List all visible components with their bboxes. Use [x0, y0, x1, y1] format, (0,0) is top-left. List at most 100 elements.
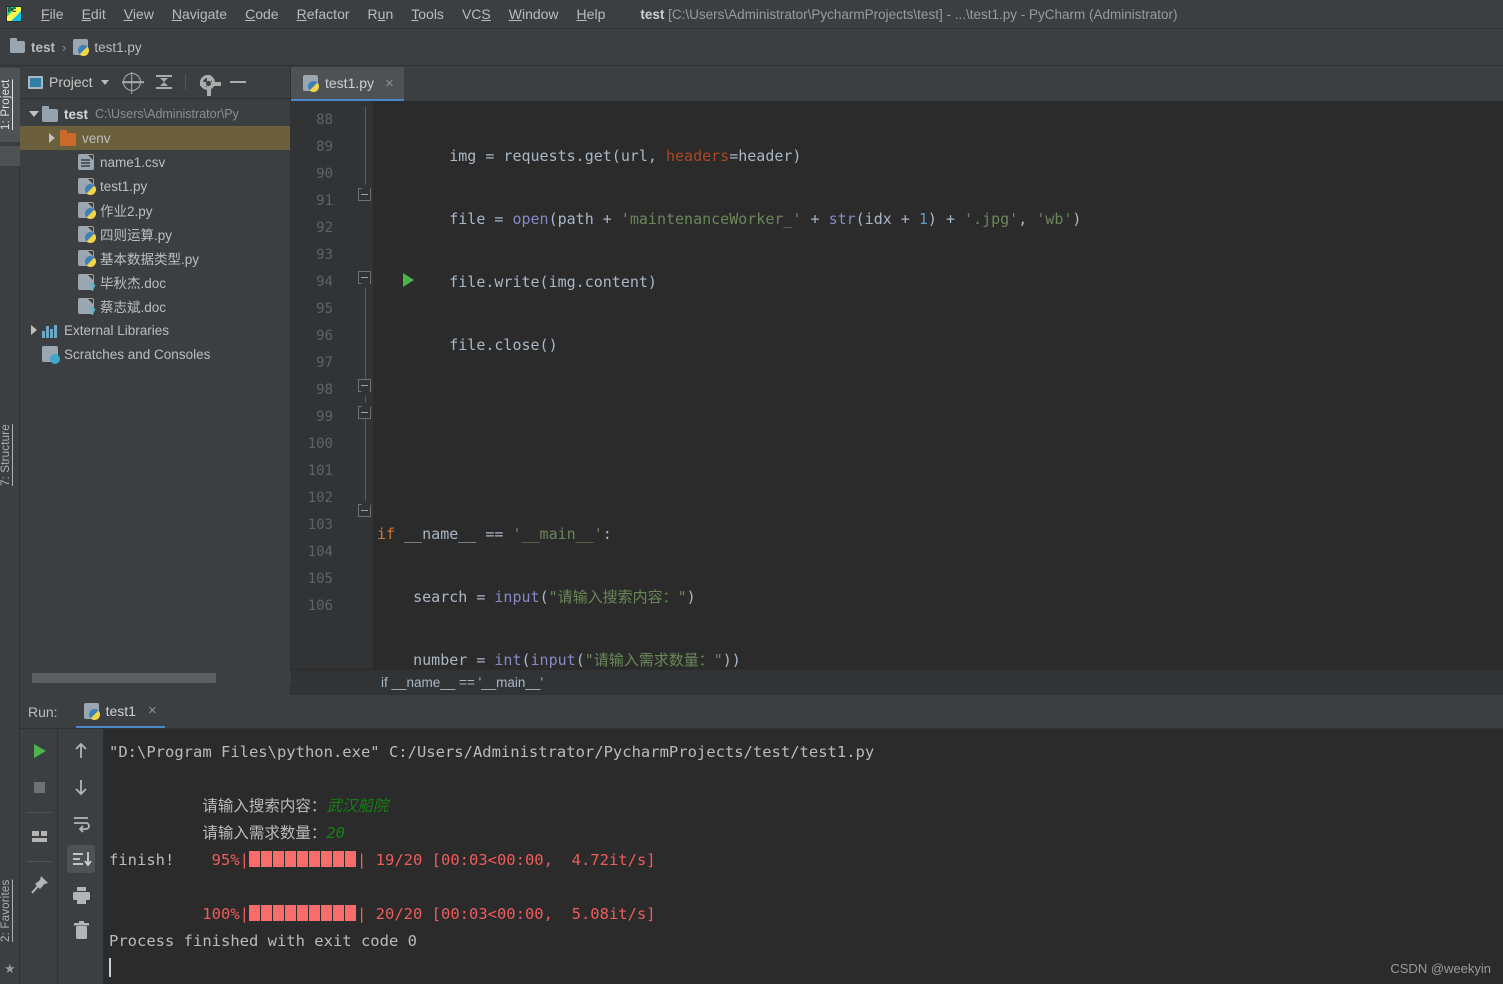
tree-item-label: test1.py [100, 178, 148, 194]
layout-icon[interactable] [25, 822, 53, 850]
tree-item-label: External Libraries [64, 322, 170, 338]
sidebar-tab-structure[interactable]: 7: Structure [0, 411, 20, 499]
scroll-to-end-icon[interactable] [67, 845, 95, 873]
twisty-down-icon[interactable] [26, 111, 42, 117]
menu-view[interactable]: View [115, 2, 163, 26]
toolbar-divider [26, 812, 51, 813]
breadcrumb-file[interactable]: test1.py [73, 39, 142, 56]
rerun-play-icon[interactable] [25, 737, 53, 765]
code-line-95: search = input("请输入搜索内容：") [377, 588, 696, 606]
code-editor[interactable]: 88 89 90 91 92 93 94 95 96 97 98 99 100 … [291, 101, 1503, 695]
menu-bar: File Edit View Navigate Code Refactor Ru… [0, 0, 1503, 29]
progress-tail: | 20/20 [00:03<00:00, 5.08it/s] [357, 905, 656, 923]
menu-vcs[interactable]: VCS [453, 2, 500, 26]
console-prompt-text: 请输入搜索内容： [202, 797, 327, 815]
soft-wrap-icon[interactable] [67, 809, 95, 837]
progress-bar-blocks [249, 903, 357, 930]
close-icon[interactable]: × [148, 703, 157, 718]
run-panel-body: "D:\Program Files\python.exe" C:/Users/A… [20, 729, 1503, 984]
fold-marker-99[interactable] [358, 406, 371, 419]
run-panel-title: Run: [28, 703, 58, 720]
menu-edit[interactable]: Edit [73, 2, 115, 26]
menu-code[interactable]: Code [236, 2, 287, 26]
project-horizontal-scrollbar[interactable] [32, 672, 311, 684]
tree-item-name1-csv[interactable]: name1.csv [20, 150, 290, 174]
tree-item-venv[interactable]: venv [20, 126, 290, 150]
twisty-right-icon[interactable] [26, 325, 42, 335]
tree-item-caizhibin-doc[interactable]: 蔡志斌.doc [20, 294, 290, 318]
unknown-file-icon [78, 298, 96, 318]
console-line-progress-100: 100%| | 20/20 [00:03<00:00, 5.08it/s] [109, 874, 1503, 923]
menu-window[interactable]: Window [500, 2, 568, 26]
scroll-up-icon[interactable] [67, 737, 95, 765]
sidebar-tab-favorites[interactable]: 2: Favorites [0, 866, 20, 956]
csv-file-icon [78, 154, 94, 170]
menu-refactor[interactable]: Refactor [288, 2, 359, 26]
project-view-icon [28, 75, 43, 89]
twisty-right-icon[interactable] [44, 133, 60, 143]
tree-item-external-libraries[interactable]: External Libraries [20, 318, 290, 342]
print-icon[interactable] [67, 881, 95, 909]
tree-item-label: 四则运算.py [100, 228, 173, 243]
clear-all-icon[interactable] [67, 917, 95, 945]
scrollbar-thumb[interactable] [32, 673, 216, 683]
tree-item-sizeyunsuan-py[interactable]: 四则运算.py [20, 222, 290, 246]
menu-help[interactable]: Help [568, 2, 615, 26]
scroll-down-icon[interactable] [67, 773, 95, 801]
editor-tab-strip: test1.py × [291, 66, 1503, 101]
run-tool-window: Run: test1 × "D:\Program Files\python.ex… [20, 695, 1503, 984]
progress-percent: 95%| [202, 851, 249, 869]
menu-tools[interactable]: Tools [402, 2, 453, 26]
sidebar-tab-structure-label: 7: Structure [0, 424, 12, 486]
menu-run[interactable]: Run [359, 2, 403, 26]
fold-line [364, 419, 366, 509]
run-tab-test1[interactable]: test1 × [75, 695, 165, 728]
line-number: 103 [307, 517, 333, 533]
tree-item-test[interactable]: test C:\Users\Administrator\Py [20, 102, 290, 126]
breadcrumb-project[interactable]: test [10, 38, 55, 55]
python-file-icon [78, 250, 96, 267]
fold-marker-94[interactable] [358, 271, 371, 284]
line-number: 93 [316, 247, 333, 263]
tree-item-test1-py[interactable]: test1.py [20, 174, 290, 198]
editor-tab-test1-py[interactable]: test1.py × [291, 67, 404, 101]
run-console-output[interactable]: "D:\Program Files\python.exe" C:/Users/A… [103, 729, 1503, 984]
tree-item-scratches-and-consoles[interactable]: Scratches and Consoles [20, 342, 290, 366]
progress-bar-blocks [249, 849, 357, 876]
menu-file[interactable]: File [32, 2, 73, 26]
line-number: 104 [307, 544, 333, 560]
editor-breadcrumb[interactable]: if __name__ == '__main__' [291, 669, 1503, 695]
sidebar-tab-project[interactable]: 1: Project [0, 68, 20, 142]
chevron-down-icon[interactable] [100, 79, 109, 85]
python-file-icon [83, 702, 100, 720]
project-panel-header: Project [20, 66, 290, 99]
line-number: 92 [316, 220, 333, 236]
fold-marker-91[interactable] [358, 188, 371, 201]
tree-item-biqiujie-doc[interactable]: 毕秋杰.doc [20, 270, 290, 294]
stop-icon[interactable] [25, 773, 53, 801]
code-content[interactable]: img = requests.get(url, headers=header) … [373, 107, 1503, 695]
pin-icon[interactable] [25, 871, 53, 899]
collapse-all-icon[interactable] [155, 73, 173, 91]
hide-icon[interactable] [229, 73, 247, 91]
locate-icon[interactable] [122, 73, 141, 91]
project-tree: test C:\Users\Administrator\Py venv name… [20, 99, 290, 366]
code-line-94: if __name__ == '__main__': [377, 525, 612, 543]
tree-item-jibenshuju-py[interactable]: 基本数据类型.py [20, 246, 290, 270]
tree-item-label: 蔡志斌.doc [100, 300, 167, 315]
console-line-command: "D:\Program Files\python.exe" C:/Users/A… [109, 743, 875, 761]
line-number: 100 [307, 436, 333, 452]
sidebar-tab-favorites-label: 2: Favorites [0, 879, 12, 943]
fold-marker-98[interactable] [358, 379, 371, 392]
editor-gutter[interactable]: 88 89 90 91 92 93 94 95 96 97 98 99 100 … [291, 101, 414, 695]
editor-breadcrumb-label: if __name__ == '__main__' [381, 675, 544, 690]
code-line-91: file.close() [377, 336, 558, 354]
menu-navigate[interactable]: Navigate [163, 2, 236, 26]
fold-marker-103[interactable] [358, 504, 371, 517]
tree-item-zuoye2-py[interactable]: 作业2.py [20, 198, 290, 222]
sidebar-tab-project-icon[interactable] [0, 146, 20, 166]
close-icon[interactable]: × [385, 76, 394, 91]
settings-gear-icon[interactable] [199, 74, 221, 96]
